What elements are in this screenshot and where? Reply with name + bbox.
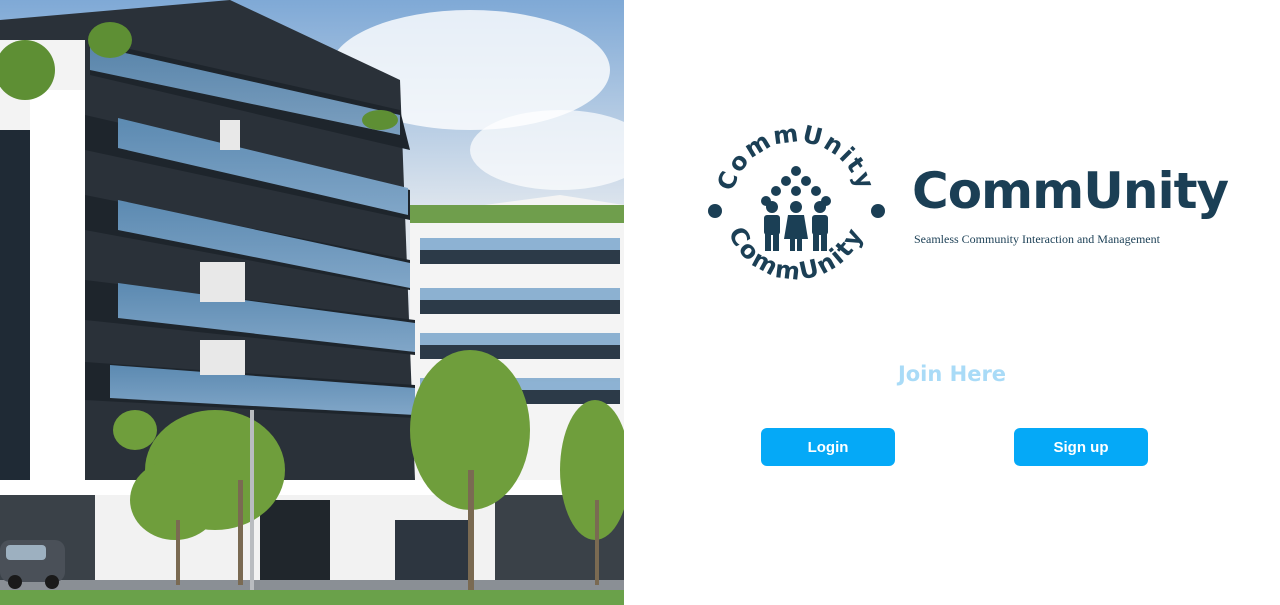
logo-dot-right xyxy=(871,204,885,218)
auth-panel: CommUnity CommUnity CommUnity Seamless C… xyxy=(624,0,1280,605)
signup-button[interactable]: Sign up xyxy=(1014,428,1148,466)
svg-text:CommUnity: CommUnity xyxy=(712,119,881,194)
brand-title: CommUnity xyxy=(912,162,1229,220)
community-logo: CommUnity CommUnity xyxy=(704,115,889,300)
hero-building-image xyxy=(0,0,624,605)
community-people-icon xyxy=(761,166,831,251)
brand-tagline: Seamless Community Interaction and Manag… xyxy=(914,232,1160,246)
logo-dot-left xyxy=(708,204,722,218)
logo-ring-text-top: CommUnity xyxy=(712,119,879,194)
brand-block: CommUnity Seamless Community Interaction… xyxy=(912,160,1232,247)
login-button[interactable]: Login xyxy=(761,428,895,466)
join-heading: Join Here xyxy=(897,362,1007,386)
